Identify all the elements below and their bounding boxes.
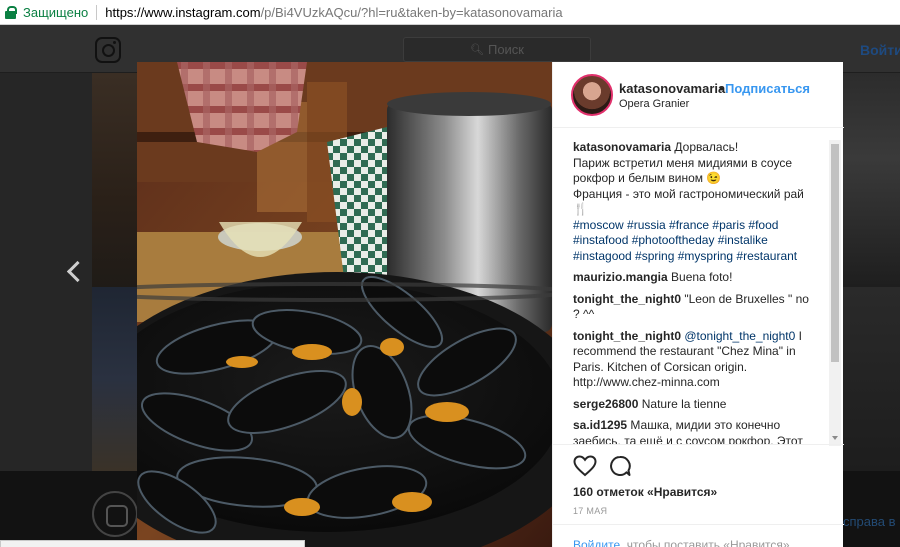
instagram-round-icon	[92, 491, 138, 537]
comment-username[interactable]: maurizio.mangia	[573, 270, 668, 284]
comments-list[interactable]: katasonovamaria Дорвалась! Париж встрети…	[573, 140, 809, 444]
list-item: tonight_the_night0 @tonight_the_night0 I…	[573, 329, 809, 391]
login-prompt-text: Войдите, чтобы поставить «Нравится»	[573, 538, 790, 547]
caption-hashtags[interactable]: #moscow #russia #france #paris #food #in…	[573, 218, 797, 263]
mussels-photo-image	[137, 62, 552, 547]
separator-dot: •	[719, 81, 724, 96]
comments-scrollbar[interactable]	[829, 140, 841, 446]
search-placeholder: Поиск	[487, 42, 524, 57]
url-path: /p/Bi4VUzkAQcu/?hl=ru&taken-by=katasonov…	[260, 4, 563, 20]
list-item: sa.id1295 Машка, мидии это конечно заеби…	[573, 418, 809, 444]
post-date: 17 МАЯ	[573, 506, 608, 516]
scroll-down-arrow-icon[interactable]	[832, 436, 838, 440]
list-item: serge26800 Nature la tienne	[573, 397, 809, 413]
chevron-left-icon[interactable]	[62, 258, 88, 284]
comment-username[interactable]: sa.id1295	[573, 418, 627, 432]
post-photo[interactable]	[137, 62, 552, 547]
comment-username[interactable]: serge26800	[573, 397, 638, 411]
instagram-logo-icon[interactable]	[95, 37, 121, 63]
comment-username[interactable]: tonight_the_night0	[573, 292, 681, 306]
grid-photo-tile	[840, 287, 900, 471]
follow-button[interactable]: Подписаться	[725, 81, 810, 96]
grid-photo-tile	[92, 287, 138, 471]
grid-photo-tile	[840, 73, 900, 287]
list-item: maurizio.mangia Buena foto!	[573, 270, 809, 286]
secure-label: Защищено	[23, 4, 89, 20]
comment-text: Nature la tienne	[641, 396, 727, 411]
post-sidebar: katasonovamaria • Подписаться Opera Gran…	[552, 62, 844, 547]
post-location[interactable]: Opera Granier	[619, 98, 689, 110]
post-modal: katasonovamaria • Подписаться Opera Gran…	[137, 62, 844, 547]
comment-icon[interactable]	[609, 455, 631, 477]
url-host: https://www.instagram.com	[105, 4, 261, 20]
post-header: katasonovamaria • Подписаться Opera Gran…	[553, 62, 844, 128]
caption-username[interactable]: katasonovamaria	[573, 140, 671, 154]
scrollbar-thumb[interactable]	[831, 144, 839, 362]
login-prompt-rest: , чтобы поставить «Нравится»	[620, 538, 790, 547]
lock-icon	[5, 5, 17, 19]
post-username[interactable]: katasonovamaria	[619, 81, 725, 96]
status-link-tooltip	[0, 540, 305, 547]
browser-address-bar[interactable]: Защищено https://www.instagram.com/p/Bi4…	[0, 0, 900, 25]
grid-photo-tile	[92, 73, 138, 287]
avatar[interactable]	[571, 74, 613, 116]
caption-line-3: Франция - это мой гастрономический рай 🍴	[573, 186, 804, 217]
login-link[interactable]: Войдите	[573, 538, 620, 547]
login-button[interactable]: Войти	[860, 42, 900, 58]
likes-count[interactable]: 160 отметок «Нравится»	[573, 485, 717, 499]
caption-line-2: Париж встретил меня мидиями в соусе рокф…	[573, 155, 793, 186]
comment-text: Buena foto!	[671, 270, 733, 284]
search-icon: 🔍︎	[470, 44, 484, 56]
post-actions	[553, 444, 844, 482]
url-text[interactable]: https://www.instagram.com/p/Bi4VUzkAQcu/…	[105, 5, 562, 20]
comment-mention[interactable]: @tonight_the_night0	[684, 329, 795, 343]
heart-icon[interactable]	[573, 455, 597, 477]
comment-username[interactable]: tonight_the_night0	[573, 329, 681, 343]
caption: katasonovamaria Дорвалась! Париж встрети…	[573, 140, 809, 264]
caption-line-1: Дорвалась!	[674, 140, 739, 154]
address-divider	[96, 4, 98, 20]
list-item: tonight_the_night0 "Leon de Bruxelles " …	[573, 292, 809, 323]
login-prompt: Войдите, чтобы поставить «Нравится»	[553, 524, 844, 547]
footer-text: справа в	[843, 514, 896, 529]
search-input[interactable]: 🔍︎ Поиск	[403, 37, 591, 62]
